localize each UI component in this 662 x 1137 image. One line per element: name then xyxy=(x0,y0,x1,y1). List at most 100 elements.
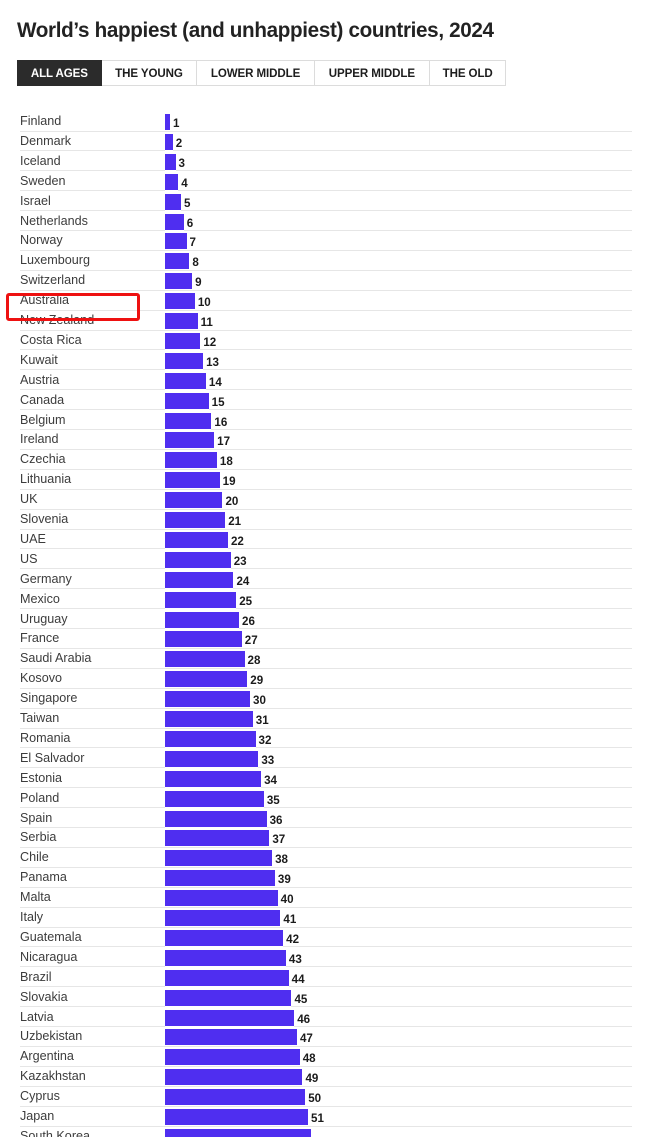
tab-upper-middle[interactable]: UPPER MIDDLE xyxy=(314,60,430,86)
bar xyxy=(165,929,284,947)
chart-row: Israel 5 xyxy=(0,192,662,212)
bar-value-label: 28 xyxy=(247,654,261,668)
bar xyxy=(165,750,259,768)
bar xyxy=(165,1049,300,1067)
country-label: France xyxy=(20,631,60,646)
bar-value-label: 34 xyxy=(264,773,277,787)
bar-value-label: 39 xyxy=(277,873,291,887)
country-label: Costa Rica xyxy=(20,332,82,347)
bar-value-label: 36 xyxy=(269,813,283,827)
bar-value-label: 31 xyxy=(255,714,269,727)
country-label: Switzerland xyxy=(20,273,86,288)
tab-label: THE OLD xyxy=(442,66,493,80)
bar xyxy=(165,1128,311,1137)
bar xyxy=(165,492,223,510)
bar-value-label: 5 xyxy=(184,196,191,210)
chart-row: Poland 35 xyxy=(0,789,662,809)
bar xyxy=(165,114,170,131)
bar xyxy=(165,830,270,848)
tab-the-old[interactable]: THE OLD xyxy=(429,60,506,86)
bar-value-label: 29 xyxy=(250,674,264,688)
country-label: Kosovo xyxy=(20,671,63,686)
tab-label: ALL AGES xyxy=(30,66,88,80)
chart-row: Uzbekistan 47 xyxy=(0,1027,662,1047)
bar-value-label: 22 xyxy=(230,534,244,548)
chart-row: Canada 15 xyxy=(0,391,662,411)
bar xyxy=(165,512,226,529)
bar xyxy=(165,870,275,888)
chart-row: Argentina 48 xyxy=(0,1047,662,1067)
bar xyxy=(165,651,245,669)
country-label: Uruguay xyxy=(20,611,68,626)
tab-label: THE YOUNG xyxy=(114,66,183,80)
bar-value-label: 44 xyxy=(291,972,305,986)
bar-value-label: 40 xyxy=(280,893,294,907)
bar xyxy=(165,253,190,271)
chart-row: UAE 22 xyxy=(0,530,662,550)
chart-row: Latvia 46 xyxy=(0,1008,662,1028)
chart-row: Sweden 4 xyxy=(0,172,662,192)
bar xyxy=(165,571,234,589)
chart-row: Czechia 18 xyxy=(0,450,662,470)
country-label: Lithuania xyxy=(20,472,72,487)
country-label: Estonia xyxy=(20,770,63,785)
bar xyxy=(165,531,228,549)
country-label: Slovenia xyxy=(20,512,69,526)
bar-value-label: 3 xyxy=(178,156,185,170)
country-label: Iceland xyxy=(20,153,61,168)
country-label: Argentina xyxy=(20,1049,74,1064)
bar xyxy=(165,472,220,490)
bar-value-label: 2 xyxy=(175,136,183,150)
bar-value-label: 15 xyxy=(211,395,225,409)
bar xyxy=(165,611,239,629)
bar-value-label: 23 xyxy=(233,554,247,568)
country-label: Belgium xyxy=(20,412,66,427)
bar xyxy=(165,452,217,470)
chart-row: US 23 xyxy=(0,550,662,570)
bar-value-label: 50 xyxy=(308,1092,322,1106)
bar xyxy=(165,989,292,1007)
bar xyxy=(165,1069,303,1087)
bar-value-label: 27 xyxy=(244,634,258,648)
tab-the-young[interactable]: THE YOUNG xyxy=(101,60,197,86)
bar-value-label: 41 xyxy=(283,913,297,926)
country-label: Kuwait xyxy=(20,352,58,367)
page-title: World’s happiest (and unhappiest) countr… xyxy=(17,18,494,42)
country-label: Kazakhstan xyxy=(20,1069,86,1084)
bar xyxy=(165,711,253,728)
bar-value-label: 6 xyxy=(186,216,194,230)
tab-all-ages[interactable]: ALL AGES xyxy=(17,60,102,86)
country-label: Luxembourg xyxy=(20,253,91,268)
bar-value-label: 37 xyxy=(272,833,286,847)
bar xyxy=(165,949,286,967)
bar xyxy=(165,691,251,709)
bar-value-label: 38 xyxy=(275,853,289,867)
bar-value-label: 48 xyxy=(302,1052,316,1066)
bar-value-label: 46 xyxy=(297,1012,311,1026)
chart-row: Norway 7 xyxy=(0,231,662,251)
bar xyxy=(165,969,289,987)
country-label: Germany xyxy=(20,571,72,586)
bar xyxy=(165,412,212,430)
chart-row: Romania 32 xyxy=(0,729,662,749)
chart-row: Panama 39 xyxy=(0,868,662,888)
bar-value-label: 14 xyxy=(208,375,222,389)
country-label: Ireland xyxy=(20,432,59,447)
country-label: Mexico xyxy=(20,591,60,606)
age-group-tab-bar: ALL AGES THE YOUNG LOWER MIDDLE UPPER MIDDL… xyxy=(17,60,506,86)
bar xyxy=(165,1089,306,1107)
bar-value-label: 4 xyxy=(181,176,188,190)
bar xyxy=(165,850,273,868)
chart-row: Austria 14 xyxy=(0,371,662,391)
bar xyxy=(165,591,237,609)
bar xyxy=(165,392,209,410)
chart-row: Spain 36 xyxy=(0,809,662,829)
chart-row: France 27 xyxy=(0,629,662,649)
country-label: Guatemala xyxy=(20,929,82,944)
bar xyxy=(165,213,184,231)
bar-value-label: 26 xyxy=(242,614,255,628)
country-label: El Salvador xyxy=(20,750,85,765)
tab-lower-middle[interactable]: LOWER MIDDLE xyxy=(196,60,315,86)
bar xyxy=(165,1009,295,1027)
country-label: Australia xyxy=(20,293,69,308)
